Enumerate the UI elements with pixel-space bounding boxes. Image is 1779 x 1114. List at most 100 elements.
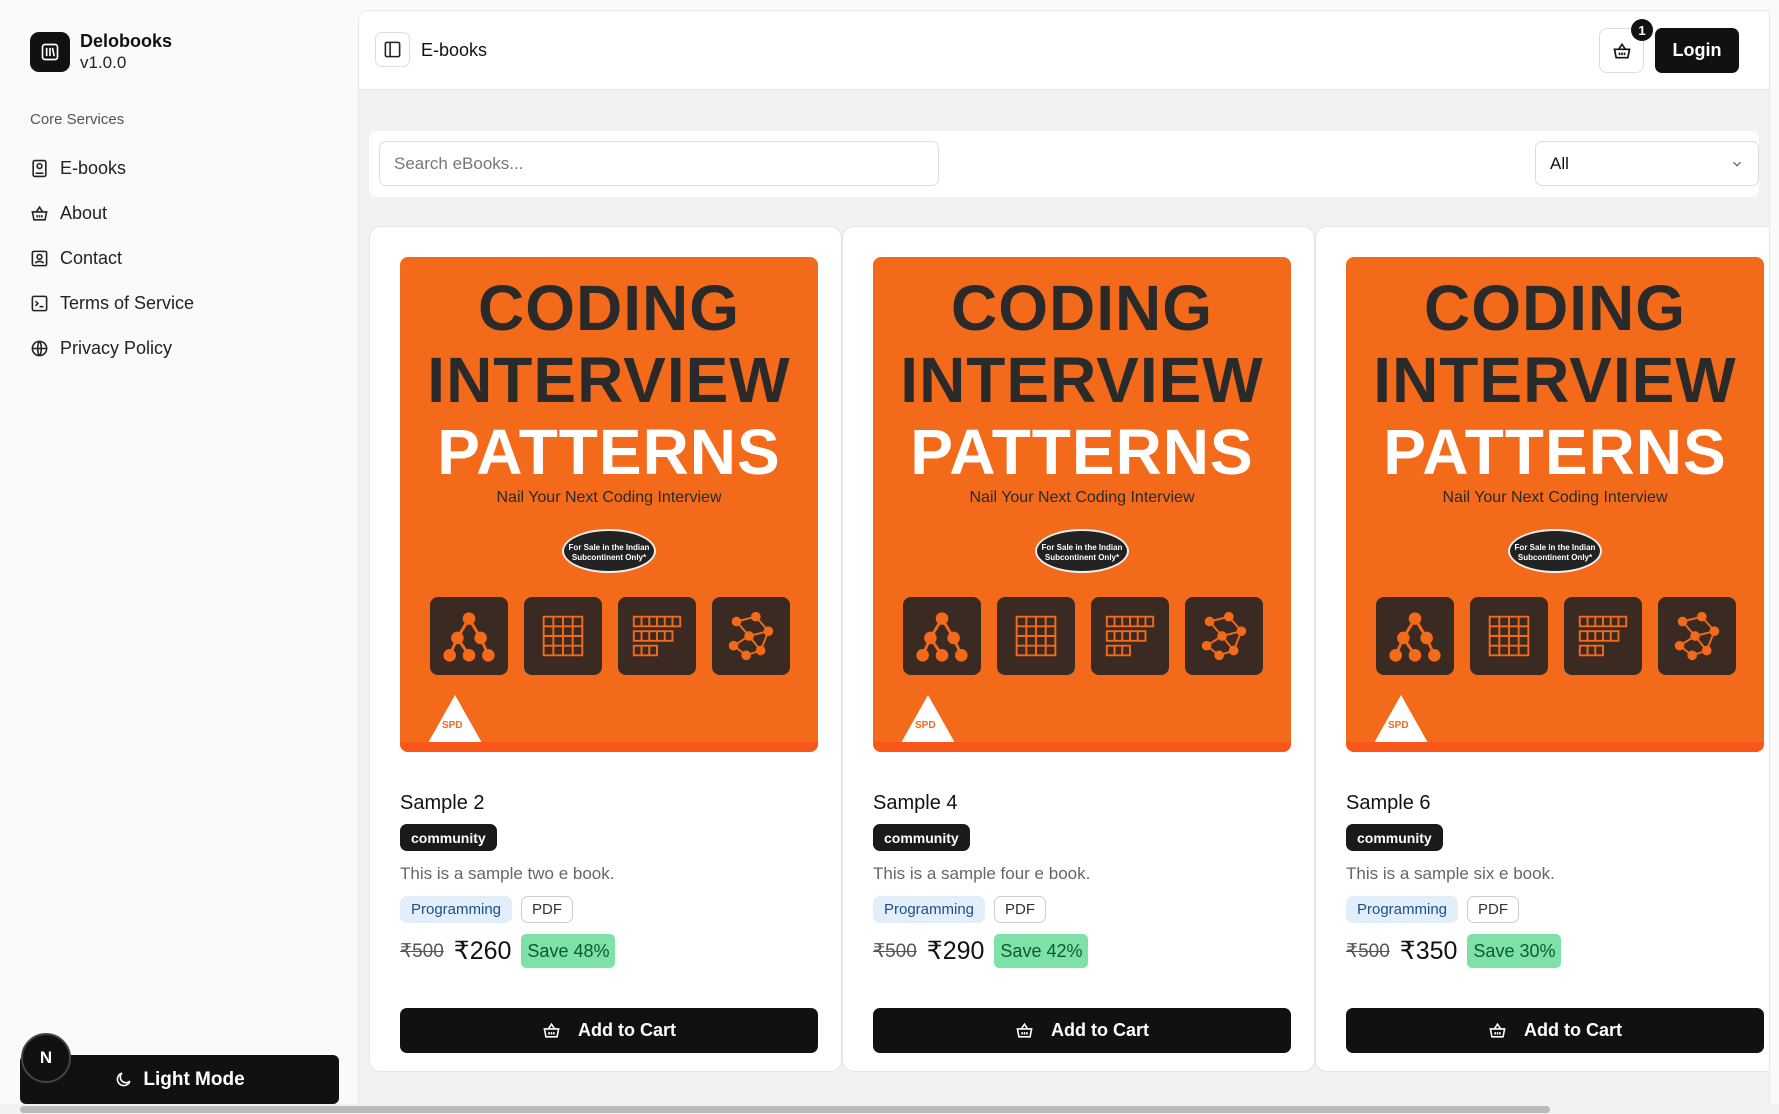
add-to-cart-label: Add to Cart [1524,1020,1622,1040]
add-to-cart-button[interactable]: Add to Cart [1346,1008,1764,1053]
cover-strip [873,742,1291,752]
globe-icon [31,340,48,357]
cover-subtitle: Nail Your Next Coding Interview [1442,489,1668,506]
tree-icon [430,597,508,675]
graph-icon [1185,597,1263,675]
cover-title-line: PATTERNS [910,416,1254,488]
brand[interactable]: Delobooks v1.0.0 [30,31,172,73]
add-to-cart-button[interactable]: Add to Cart [873,1008,1291,1053]
graph-icon [1658,597,1736,675]
original-price: ₹500 [873,940,917,962]
book-grid: CODING INTERVIEW PATTERNS Nail Your Next… [369,226,1769,1086]
grid-icon [1470,597,1548,675]
brand-version: v1.0.0 [80,53,127,72]
scrollbar-thumb[interactable] [20,1106,1550,1113]
sidebar-toggle-button[interactable] [375,32,410,67]
publisher-logo [901,695,955,743]
sale-price: ₹350 [1399,937,1458,965]
book-description: This is a sample six e book. [1346,864,1555,883]
cover-title-line: CODING [951,272,1213,344]
book-description: This is a sample four e book. [873,864,1091,883]
avatar[interactable]: N [21,1033,71,1083]
book-card: CODING INTERVIEW PATTERNS Nail Your Next… [842,226,1315,1072]
sidebar-item-label: E-books [60,158,127,178]
top-header: E-books 1 Login [359,11,1769,90]
sidebar-item-contact[interactable]: Contact [30,236,330,281]
book-card: CODING INTERVIEW PATTERNS Nail Your Next… [1315,226,1769,1072]
moon-icon [117,1072,131,1087]
filter-bar: All [369,131,1759,197]
category-select[interactable]: All [1535,141,1759,186]
category-chip: Programming [873,896,986,923]
seal-text: Subcontinent Only* [1044,553,1120,562]
book-icon [32,159,47,178]
cover-strip [400,742,818,752]
publisher-name: SPD [1388,720,1409,731]
login-button[interactable]: Login [1655,28,1739,73]
tree-icon [1376,597,1454,675]
book-title[interactable]: Sample 2 [400,792,485,815]
search-input[interactable] [379,141,939,186]
theme-toggle-label: Light Mode [143,1068,245,1090]
format-chip: PDF [521,896,574,923]
book-title[interactable]: Sample 4 [873,792,958,815]
cover-strip [1346,742,1764,752]
original-price: ₹500 [1346,940,1390,962]
book-tags: Programming PDF [400,896,574,923]
add-to-cart-button[interactable]: Add to Cart [400,1008,818,1053]
add-to-cart-label: Add to Cart [1051,1020,1149,1040]
sidebar-icon [384,41,401,58]
basket-icon [1016,1022,1033,1038]
sidebar-item-label: About [60,203,108,223]
add-to-cart-label: Add to Cart [578,1020,676,1040]
main-content: E-books 1 Login All CODING INTERVIEW PAT… [358,10,1770,1114]
sidebar-nav: E-books About Contact Terms of Service P… [30,146,330,371]
price-row: ₹500 ₹290 Save 42% [873,934,1089,968]
cover-title-line: PATTERNS [437,416,781,488]
publisher-name: SPD [915,720,936,731]
basket-icon [1612,42,1631,58]
sidebar-item-label: Contact [60,248,123,268]
chevron-down-icon [1733,161,1741,167]
brand-name: Delobooks [80,31,173,51]
sidebar-item-privacy[interactable]: Privacy Policy [30,326,330,371]
book-title[interactable]: Sample 6 [1346,792,1431,815]
publisher-logo [428,695,482,743]
discount-badge: Save 30% [1467,934,1562,968]
cover-title-line: CODING [478,272,740,344]
sidebar-item-about[interactable]: About [30,191,330,236]
book-cover[interactable]: CODING INTERVIEW PATTERNS Nail Your Next… [873,257,1291,752]
contact-icon [31,250,48,267]
sale-price: ₹290 [926,937,985,965]
sidebar-item-ebooks[interactable]: E-books [30,146,330,191]
cover-title-line: INTERVIEW [900,344,1264,416]
array-icon [618,597,696,675]
license-badge: community [1346,824,1443,851]
publisher-name: SPD [442,720,463,731]
sidebar-item-label: Privacy Policy [60,338,173,358]
sidebar-item-terms[interactable]: Terms of Service [30,281,330,326]
price-row: ₹500 ₹350 Save 30% [1346,934,1562,968]
sidebar: Delobooks v1.0.0 Core Services E-books A… [0,0,358,1114]
basket-icon [31,205,48,221]
book-card: CODING INTERVIEW PATTERNS Nail Your Next… [369,226,842,1072]
grid-icon [997,597,1075,675]
book-description: This is a sample two e book. [400,864,615,883]
category-chip: Programming [400,896,513,923]
cover-title-line: INTERVIEW [1373,344,1737,416]
book-tags: Programming PDF [873,896,1047,923]
horizontal-scrollbar[interactable] [0,1104,1779,1114]
book-cover[interactable]: CODING INTERVIEW PATTERNS Nail Your Next… [1346,257,1764,752]
cover-title-line: CODING [1424,272,1686,344]
seal-text: For Sale in the Indian [568,543,650,552]
cover-seal: For Sale in the Indian Subcontinent Only* [1035,529,1129,573]
category-select-value: All [1550,153,1569,173]
cover-seal: For Sale in the Indian Subcontinent Only* [562,529,656,573]
discount-badge: Save 42% [994,934,1089,968]
category-chip: Programming [1346,896,1459,923]
grid-icon [524,597,602,675]
seal-text: For Sale in the Indian [1041,543,1123,552]
book-cover[interactable]: CODING INTERVIEW PATTERNS Nail Your Next… [400,257,818,752]
tree-icon [903,597,981,675]
publisher-logo [1374,695,1428,743]
